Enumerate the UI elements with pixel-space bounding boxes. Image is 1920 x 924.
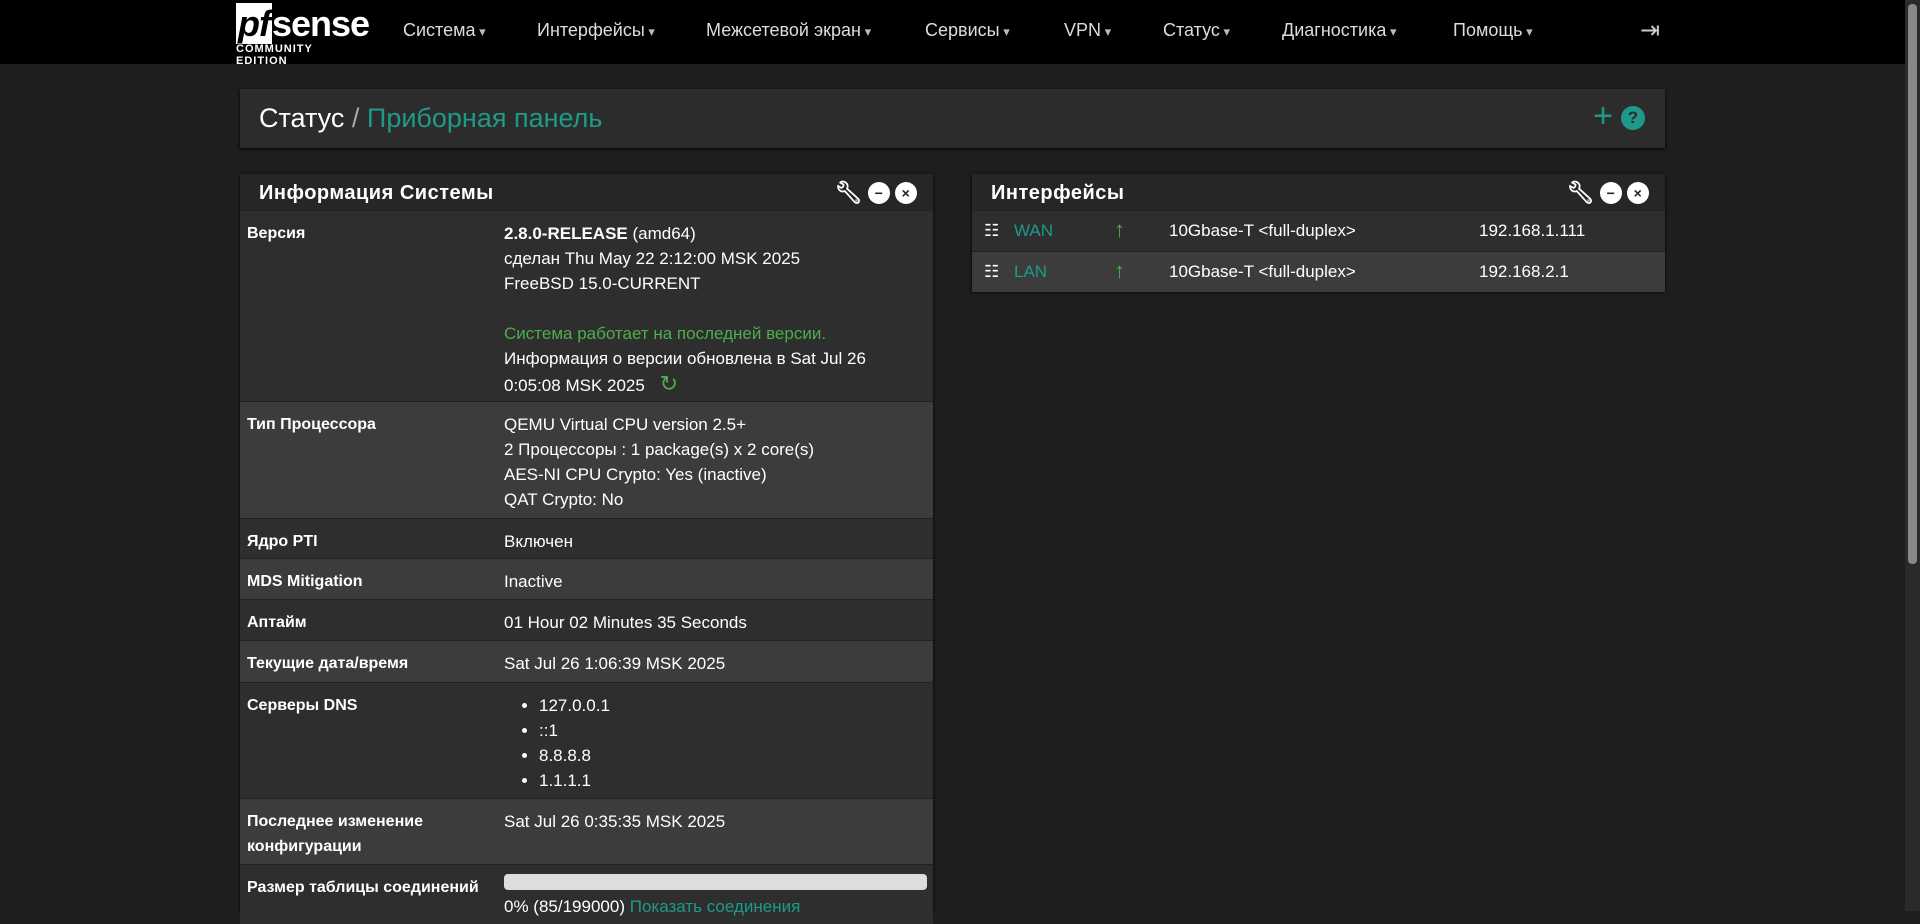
row-value: Inactive <box>504 572 563 591</box>
interface-row: ☷ WAN ↑ 10Gbase-T <full-duplex> 192.168.… <box>972 210 1665 251</box>
row-label: Серверы DNS <box>247 697 358 714</box>
dns-server: 127.0.0.1 <box>539 693 610 718</box>
cpu-line: QEMU Virtual CPU version 2.5+ <box>504 415 747 434</box>
wrench-icon[interactable]: 🔧︎ <box>835 180 863 206</box>
row-value: 01 Hour 02 Minutes 35 Seconds <box>504 613 747 632</box>
interface-ip: 192.168.1.111 <box>1479 221 1586 240</box>
row-value: Sat Jul 26 0:35:35 MSK 2025 <box>504 812 726 831</box>
row-value: Включен <box>504 532 573 551</box>
row-dns: Серверы DNS 127.0.0.1::18.8.8.81.1.1.1 <box>240 682 933 798</box>
interfaces-widget: Интерфейсы 🔧︎ − × ☷ WAN ↑ 10Gbase-T <full-… <box>972 174 1665 292</box>
status-up-arrow-icon: ↑ <box>1114 258 1125 283</box>
breadcrumb-bar: Статус / Приборная панель + ? <box>240 89 1665 148</box>
interface-row: ☷ LAN ↑ 10Gbase-T <full-duplex> 192.168.… <box>972 251 1665 292</box>
dns-server: ::1 <box>539 718 610 743</box>
row-label: Размер таблицы соединений <box>247 879 479 896</box>
network-icon: ☷ <box>984 221 1000 240</box>
interface-name-link[interactable]: WAN <box>1014 221 1053 241</box>
interface-ip: 192.168.2.1 <box>1479 262 1569 281</box>
refresh-icon[interactable]: ↻ <box>660 371 678 396</box>
row-uptime: Аптайм 01 Hour 02 Minutes 35 Seconds <box>240 599 933 640</box>
row-label: Аптайм <box>247 614 307 631</box>
breadcrumb-separator: / <box>351 103 360 133</box>
navbar: pfsense COMMUNITY EDITION Система Интерф… <box>0 0 1905 67</box>
minimize-icon[interactable]: − <box>868 182 890 204</box>
version-os: FreeBSD 15.0-CURRENT <box>504 274 701 293</box>
version-status: Система работает на последней версии. <box>504 324 827 343</box>
page-scrollbar[interactable] <box>1905 0 1920 911</box>
row-version: Версия 2.8.0-RELEASE (amd64) сделан Thu … <box>240 210 933 401</box>
system-information-widget: Информация Системы 🔧︎ − × Версия 2.8.0-REL… <box>240 174 933 924</box>
minimize-icon[interactable]: − <box>1600 182 1622 204</box>
row-label: MDS Mitigation <box>247 573 363 590</box>
row-label: Ядро PTI <box>247 533 318 550</box>
row-value: Sat Jul 26 1:06:39 MSK 2025 <box>504 654 726 673</box>
menu-firewall[interactable]: Межсетевой экран <box>706 20 871 41</box>
state-table-progress-bar <box>504 874 927 890</box>
row-last-config-change: Последнее изменение конфигурации Sat Jul … <box>240 798 933 864</box>
row-cpu: Тип Процессора QEMU Virtual CPU version … <box>240 401 933 518</box>
page-title[interactable]: Приборная панель <box>367 103 603 133</box>
scrollbar-thumb[interactable] <box>1908 4 1917 564</box>
widget-title: Интерфейсы <box>991 182 1125 204</box>
row-pti: Ядро PTI Включен <box>240 518 933 558</box>
status-up-arrow-icon: ↑ <box>1114 217 1125 242</box>
close-icon[interactable]: × <box>895 182 917 204</box>
menu-diagnostics[interactable]: Диагностика <box>1282 20 1397 41</box>
logo-subtitle: COMMUNITY EDITION <box>236 43 313 67</box>
version-release: 2.8.0-RELEASE <box>504 224 628 243</box>
interface-media: 10Gbase-T <full-duplex> <box>1169 221 1356 240</box>
menu-interfaces[interactable]: Интерфейсы <box>537 20 655 41</box>
menu-help[interactable]: Помощь <box>1453 20 1533 41</box>
menu-services[interactable]: Сервисы <box>925 20 1010 41</box>
row-label: Тип Процессора <box>247 416 376 433</box>
widget-title: Информация Системы <box>259 182 494 204</box>
pfsense-logo[interactable]: pfsense COMMUNITY EDITION <box>236 3 370 67</box>
dns-server: 1.1.1.1 <box>539 768 610 793</box>
menu-status[interactable]: Статус <box>1163 20 1230 41</box>
cpu-line: AES-NI CPU Crypto: Yes (inactive) <box>504 465 767 484</box>
cpu-line: 2 Процессоры : 1 package(s) x 2 core(s) <box>504 440 815 459</box>
version-built: сделан Thu May 22 2:12:00 MSK 2025 <box>504 249 801 268</box>
version-arch: (amd64) <box>627 224 696 243</box>
row-mds: MDS Mitigation Inactive <box>240 558 933 599</box>
row-datetime: Текущие дата/время Sat Jul 26 1:06:39 MSK… <box>240 640 933 682</box>
menu-vpn[interactable]: VPN <box>1064 20 1111 41</box>
row-state-table: Размер таблицы соединений 0% (85/199000)… <box>240 864 933 924</box>
add-widget-icon[interactable]: + <box>1593 97 1613 136</box>
network-icon: ☷ <box>984 262 1000 281</box>
row-label: Последнее изменение конфигурации <box>247 813 423 855</box>
close-icon[interactable]: × <box>1627 182 1649 204</box>
interface-media: 10Gbase-T <full-duplex> <box>1169 262 1356 281</box>
state-table-value: 0% (85/199000) <box>504 897 625 916</box>
row-label: Текущие дата/время <box>247 655 409 672</box>
logo-pf: pf <box>236 3 272 44</box>
help-icon[interactable]: ? <box>1621 106 1645 130</box>
version-updated-time: 0:05:08 MSK 2025 <box>504 376 645 395</box>
interface-name-link[interactable]: LAN <box>1014 262 1047 282</box>
cpu-line: QAT Crypto: No <box>504 490 624 509</box>
logo-main: sense <box>271 3 370 44</box>
logout-icon[interactable]: ⇥ <box>1640 16 1660 45</box>
wrench-icon[interactable]: 🔧︎ <box>1567 180 1595 206</box>
row-label: Версия <box>247 225 306 242</box>
breadcrumb-section[interactable]: Статус <box>259 103 344 133</box>
dns-server: 8.8.8.8 <box>539 743 610 768</box>
version-updated: Информация о версии обновлена в Sat Jul … <box>504 349 866 368</box>
menu-system[interactable]: Система <box>403 20 486 41</box>
show-states-link[interactable]: Показать соединения <box>630 897 801 916</box>
